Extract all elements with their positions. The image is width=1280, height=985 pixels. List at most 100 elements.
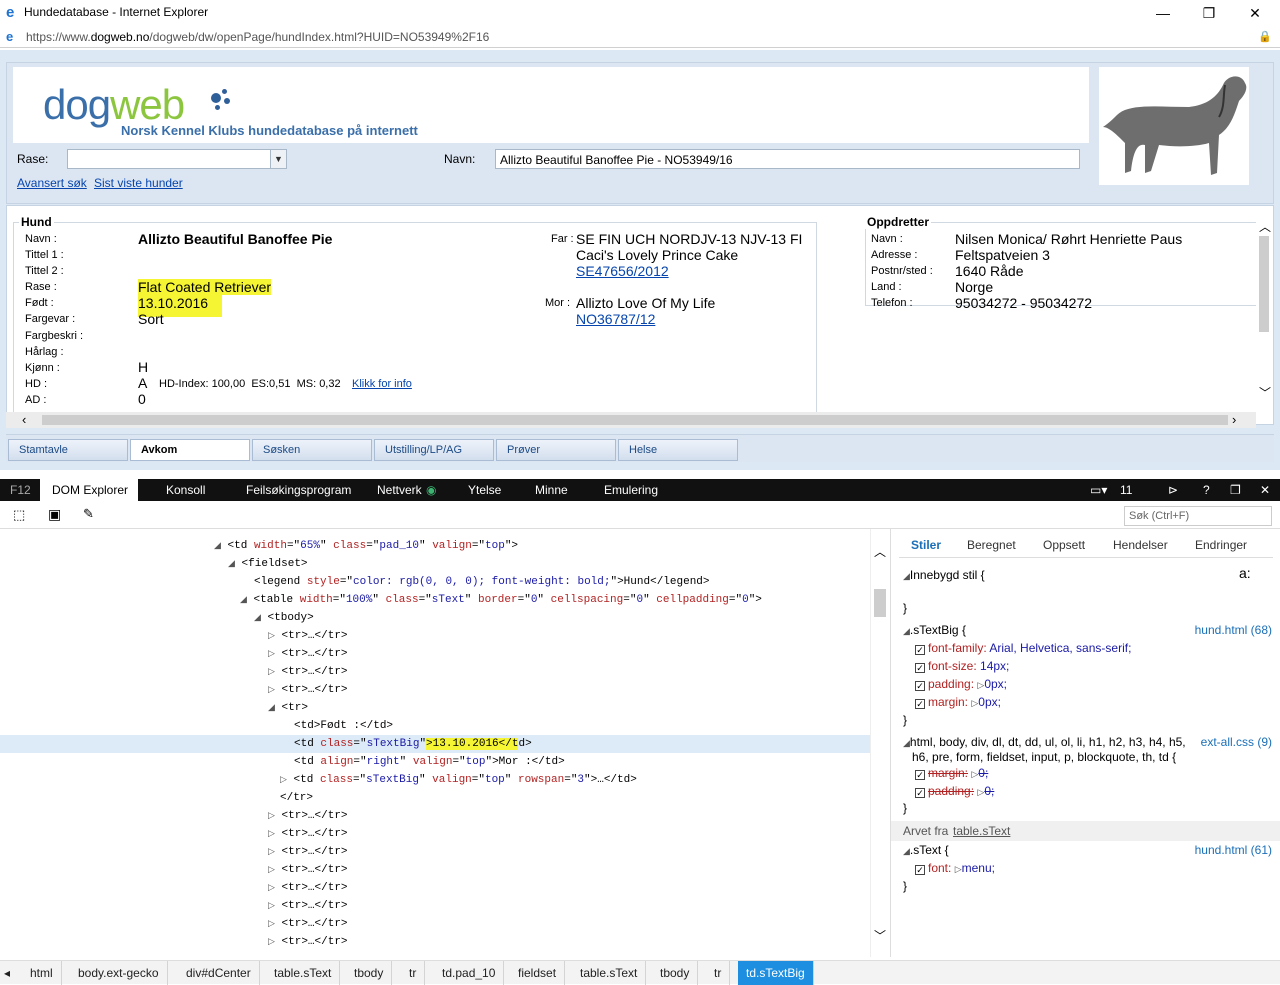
- tree-node-selected[interactable]: <td class="sTextBig">13.10.2016</td>: [294, 735, 532, 753]
- tab-utstilling[interactable]: Utstilling/LP/AG: [374, 439, 494, 461]
- scroll-up-icon[interactable]: ︿: [1259, 218, 1271, 235]
- tree-node[interactable]: ▷ <tr>…</tr>: [268, 681, 348, 699]
- dom-tree-scrollbar[interactable]: ︿ ﹀: [870, 529, 888, 957]
- undock-icon[interactable]: ❐: [1230, 483, 1241, 497]
- breadcrumb-back-icon[interactable]: ◂: [0, 961, 18, 985]
- tree-node[interactable]: ▷ <tr>…</tr>: [268, 645, 348, 663]
- tab-stiler[interactable]: Stiler: [911, 538, 941, 552]
- tree-node[interactable]: ▷ <tr>…</tr>: [268, 825, 348, 843]
- rule-reset-source[interactable]: ext-all.css (9): [1201, 735, 1272, 749]
- tree-node[interactable]: ◢ <td width="65%" class="pad_10" valign=…: [214, 537, 518, 555]
- tab-ytelse[interactable]: Ytelse: [468, 483, 501, 497]
- doc-mode[interactable]: 11: [1120, 483, 1132, 497]
- breadcrumb-item[interactable]: tbody: [346, 961, 393, 985]
- content-vertical-scrollbar[interactable]: ︿ ﹀: [1256, 214, 1272, 412]
- tree-node[interactable]: ◢ <table width="100%" class="sText" bord…: [240, 591, 762, 609]
- minimize-button[interactable]: —: [1148, 3, 1178, 23]
- tab-sosken[interactable]: Søsken: [252, 439, 372, 461]
- tab-emulering[interactable]: Emulering: [604, 483, 658, 497]
- chevron-down-icon[interactable]: ▼: [270, 150, 286, 168]
- rule-stextbig-source[interactable]: hund.html (68): [1195, 623, 1272, 637]
- breadcrumb-item[interactable]: tr: [706, 961, 731, 985]
- breadcrumb-item[interactable]: table.sText: [266, 961, 341, 985]
- breadcrumb-item[interactable]: html: [22, 961, 62, 985]
- tab-prover[interactable]: Prøver: [496, 439, 616, 461]
- rule-stextbig-selector[interactable]: ◢.sTextBig {: [903, 623, 966, 637]
- tab-network[interactable]: Nettverk: [377, 483, 422, 497]
- inherited-link[interactable]: table.sText: [953, 824, 1010, 838]
- tree-node[interactable]: ◢ <tbody>: [254, 609, 314, 627]
- inline-style-header[interactable]: ◢Innebygd stil {: [903, 568, 985, 582]
- tree-node[interactable]: </tr>: [280, 789, 313, 807]
- font-icon[interactable]: a:: [1239, 565, 1251, 581]
- rule-stext-source[interactable]: hund.html (61): [1195, 843, 1272, 857]
- breadcrumb-item[interactable]: div#dCenter: [178, 961, 260, 985]
- prop-padding[interactable]: ✓ padding: ▷0px;: [915, 677, 1007, 691]
- content-horizontal-scrollbar[interactable]: ‹ ›: [6, 412, 1256, 428]
- scroll-down-icon[interactable]: ﹀: [1259, 384, 1271, 401]
- tab-hendelser[interactable]: Hendelser: [1113, 538, 1168, 552]
- mor-reg-link[interactable]: NO36787/12: [576, 311, 655, 327]
- dom-search-input[interactable]: Søk (Ctrl+F): [1124, 506, 1272, 526]
- scroll-down-icon[interactable]: ﹀: [874, 927, 886, 944]
- prop-font-family[interactable]: ✓ font-family: Arial, Helvetica, sans-ser…: [915, 641, 1131, 655]
- tab-konsoll[interactable]: Konsoll: [166, 483, 205, 497]
- select-element-icon[interactable]: ⬚: [13, 507, 25, 523]
- breadcrumb-item-selected[interactable]: td.sTextBig: [738, 961, 814, 985]
- close-button[interactable]: ✕: [1240, 3, 1270, 23]
- rule-reset-selector[interactable]: ◢html, body, div, dl, dt, dd, ul, ol, li…: [903, 735, 1186, 749]
- breadcrumb-item[interactable]: table.sText: [572, 961, 647, 985]
- color-picker-icon[interactable]: ✎: [83, 506, 94, 522]
- breadcrumb-item[interactable]: tbody: [652, 961, 699, 985]
- prop-font[interactable]: ✓ font: ▷menu;: [915, 861, 995, 875]
- tab-endringer[interactable]: Endringer: [1195, 538, 1247, 552]
- prop-margin[interactable]: ✓ margin: ▷0px;: [915, 695, 1001, 709]
- navn-input[interactable]: Allizto Beautiful Banoffee Pie - NO53949…: [495, 149, 1080, 169]
- rase-select[interactable]: ▼: [67, 149, 287, 169]
- monitor-icon[interactable]: ▭▾: [1090, 483, 1107, 497]
- tab-debugger[interactable]: Feilsøkingsprogram: [246, 483, 351, 497]
- restore-button[interactable]: ❐: [1194, 3, 1224, 23]
- far-reg-link[interactable]: SE47656/2012: [576, 263, 669, 279]
- tree-node[interactable]: <legend style="color: rgb(0, 0, 0); font…: [254, 573, 710, 591]
- prop-font-size[interactable]: ✓ font-size: 14px;: [915, 659, 1009, 673]
- tree-node[interactable]: ◢ <fieldset>: [228, 555, 308, 573]
- tree-node[interactable]: ▷ <tr>…</tr>: [268, 915, 348, 933]
- console-icon[interactable]: ⊳: [1168, 483, 1178, 497]
- breadcrumb-item[interactable]: td.pad_10: [434, 961, 505, 985]
- scroll-right-icon[interactable]: ›: [1232, 412, 1236, 427]
- tree-node[interactable]: <td align="right" valign="top">Mor :</td…: [294, 753, 565, 771]
- breadcrumb-item[interactable]: fieldset: [510, 961, 566, 985]
- tree-node[interactable]: ▷ <tr>…</tr>: [268, 879, 348, 897]
- breadcrumb-item[interactable]: tr: [401, 961, 426, 985]
- advanced-search-link[interactable]: Avansert søk: [17, 176, 87, 190]
- scroll-up-icon[interactable]: ︿: [874, 543, 886, 560]
- tree-node[interactable]: ▷ <tr>…</tr>: [268, 807, 348, 825]
- tab-dom-explorer[interactable]: DOM Explorer: [40, 479, 138, 501]
- breadcrumb-item[interactable]: body.ext-gecko: [70, 961, 168, 985]
- tree-node[interactable]: ▷ <tr>…</tr>: [268, 843, 348, 861]
- record-icon[interactable]: ◉: [426, 483, 436, 497]
- tree-node[interactable]: ▷ <tr>…</tr>: [268, 663, 348, 681]
- tree-node[interactable]: ▷ <tr>…</tr>: [268, 933, 348, 951]
- tab-avkom[interactable]: Avkom: [130, 439, 250, 461]
- tab-stamtavle[interactable]: Stamtavle: [8, 439, 128, 461]
- scroll-left-icon[interactable]: ‹: [22, 412, 26, 427]
- url-text[interactable]: https://www.dogweb.no/dogweb/dw/openPage…: [26, 30, 489, 44]
- rule-stext-selector[interactable]: ◢.sText {: [903, 843, 949, 857]
- tree-node[interactable]: ▷ <tr>…</tr>: [268, 861, 348, 879]
- close-devtools-icon[interactable]: ✕: [1260, 483, 1270, 497]
- tab-oppsett[interactable]: Oppsett: [1043, 538, 1085, 552]
- tab-helse[interactable]: Helse: [618, 439, 738, 461]
- hd-info-link[interactable]: Klikk for info: [352, 378, 412, 390]
- prop-margin-overridden[interactable]: ✓ margin: ▷0;: [915, 766, 988, 780]
- highlight-icon[interactable]: ▣: [48, 506, 61, 523]
- lock-icon[interactable]: 🔒: [1258, 30, 1272, 43]
- tab-beregnet[interactable]: Beregnet: [967, 538, 1016, 552]
- prop-padding-overridden[interactable]: ✓ padding: ▷0;: [915, 784, 994, 798]
- tree-node[interactable]: ▷ <td class="sTextBig" valign="top" rows…: [280, 771, 637, 789]
- dogweb-logo[interactable]: dogweb: [43, 81, 185, 129]
- help-icon[interactable]: ?: [1203, 483, 1210, 497]
- tree-node[interactable]: ◢ <tr>: [268, 699, 308, 717]
- tree-node[interactable]: <td>Født :</td>: [294, 717, 393, 735]
